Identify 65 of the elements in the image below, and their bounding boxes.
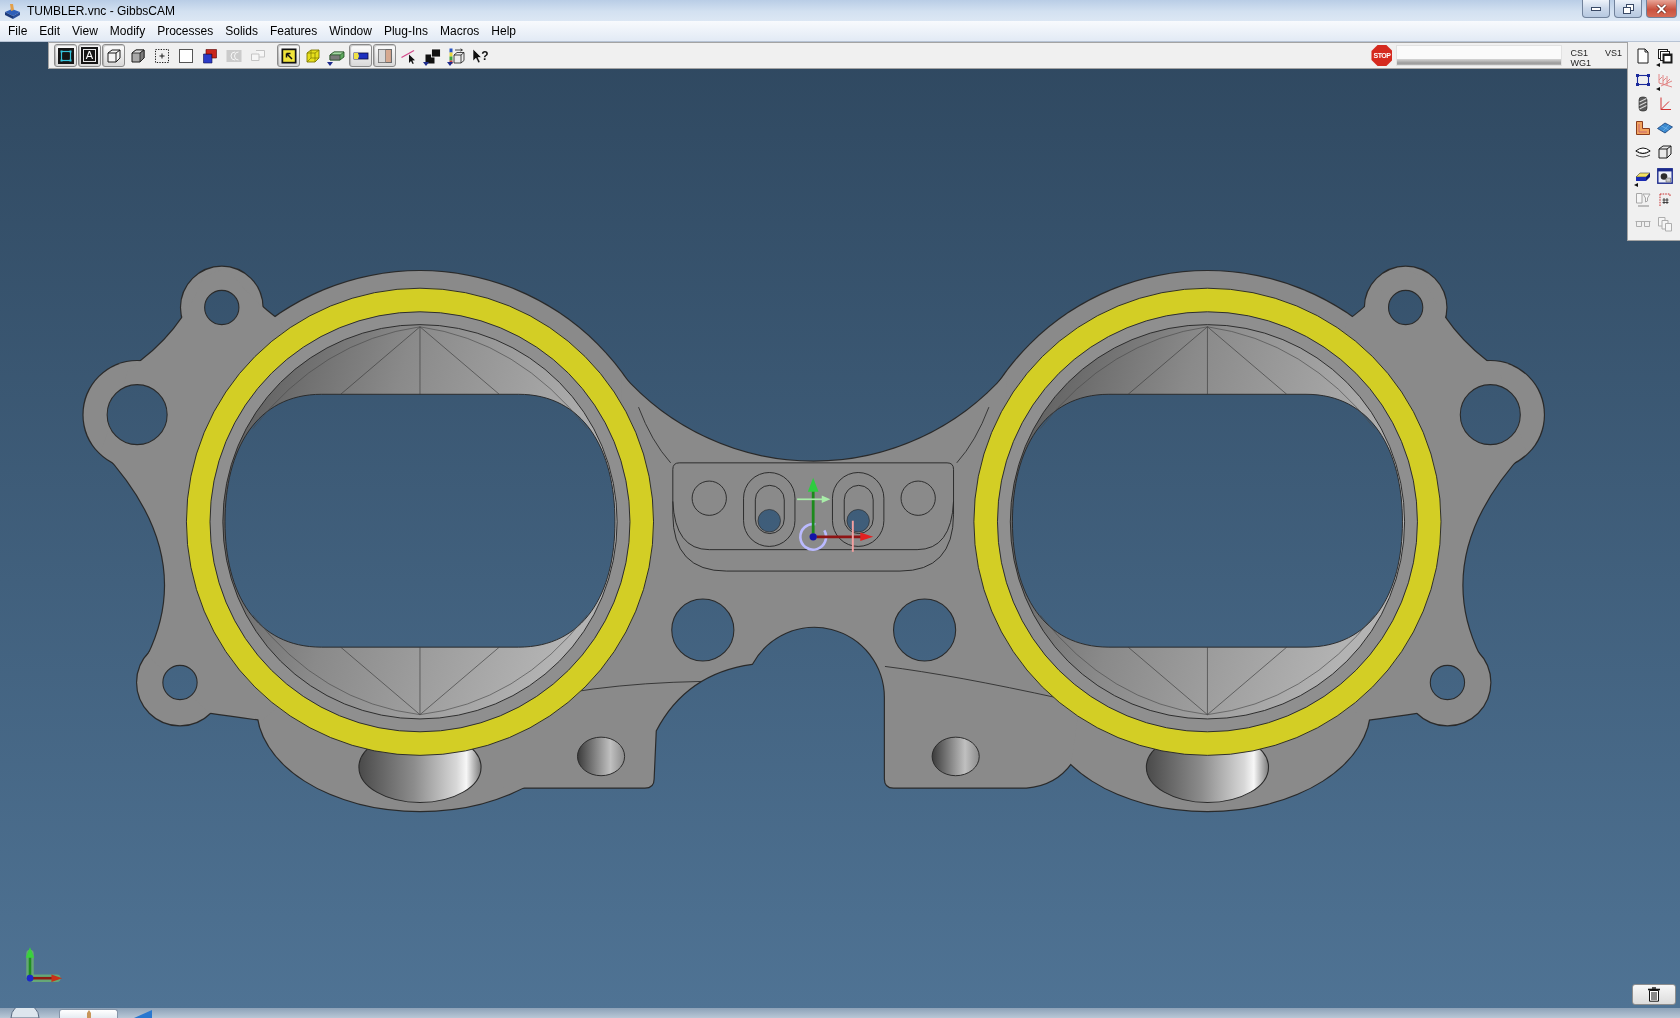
stacked-squares-icon [424,47,441,64]
restore-icon [1622,3,1634,14]
two-tone-corner-icon [201,47,218,64]
outline-shapes-icon [249,47,266,64]
close-button[interactable] [1646,0,1677,18]
menu-item[interactable]: Plug-Ins [377,22,434,40]
line-cursor-icon [400,47,417,64]
layered-box-button[interactable] [373,44,396,67]
dashed-bracket-icon [1657,192,1673,208]
cursor-arrow-icon [472,47,483,64]
document-funnel-icon [1635,192,1651,208]
copies-icon [1657,216,1673,232]
help-button[interactable]: ? [469,44,492,67]
program-icon [85,1010,92,1018]
trash-button[interactable] [1632,984,1676,1005]
plane-icon [1657,120,1673,136]
multiple-axes-icon [1657,72,1673,88]
menu-item[interactable]: File [2,22,34,40]
readout-text: VS1 [1605,48,1622,58]
menu-item[interactable]: Edit [33,22,67,40]
menu-item[interactable]: Window [323,22,378,40]
empty-square-icon [177,47,194,64]
axis-triad-icon [25,947,63,982]
end-mill-icon [1635,96,1651,112]
bar-button[interactable] [349,44,372,67]
menu-item[interactable]: Modify [103,22,152,40]
outline-cube-button[interactable] [102,44,125,67]
readout-text: CS1 [1570,48,1589,58]
window-title: TUMBLER.vnc - GibbsCAM [27,3,176,18]
trash-icon [1647,987,1661,1002]
menu-item[interactable]: Help [485,22,522,40]
menu-item[interactable]: Macros [433,22,486,40]
menu-item[interactable]: Processes [151,22,220,40]
select-box-button[interactable] [277,44,300,67]
readout-text: WG1 [1570,58,1591,68]
square-outline-icon [57,47,74,64]
wire-cube-icon [304,47,321,64]
menu-item[interactable]: Features [263,22,324,40]
box-arrow-icon [280,47,297,64]
cube-outline-icon [105,47,122,64]
sphere-window-icon [1657,168,1673,184]
cube-icon [1657,144,1673,160]
shaded-cube-icon [129,47,146,64]
axis-lines-icon [1657,96,1673,112]
menu-item[interactable]: Solids [219,22,264,40]
layered-box-icon [376,47,393,64]
restore-button[interactable] [1614,0,1642,18]
start-orb-icon[interactable] [10,1008,40,1018]
rectangle-handles-icon [1635,72,1651,88]
menu-item[interactable]: View [66,22,104,40]
text-view-button[interactable]: A [78,44,101,67]
box-rotate-icon [448,47,465,64]
document-icon [1635,48,1651,64]
stacked-windows-icon [1657,48,1673,64]
app-icon [4,2,21,19]
wireframe-view-button[interactable] [54,44,77,67]
l-profile-icon [1635,120,1651,136]
minimize-icon [1591,6,1601,11]
lens-icon [1635,144,1651,160]
minimize-button[interactable] [1582,0,1610,18]
close-icon [1656,3,1667,14]
dotted-square-icon [153,47,170,64]
axis-gizmo-icon [796,477,874,553]
taskbar-button[interactable] [59,1009,118,1018]
c-shape-icon [225,47,242,64]
